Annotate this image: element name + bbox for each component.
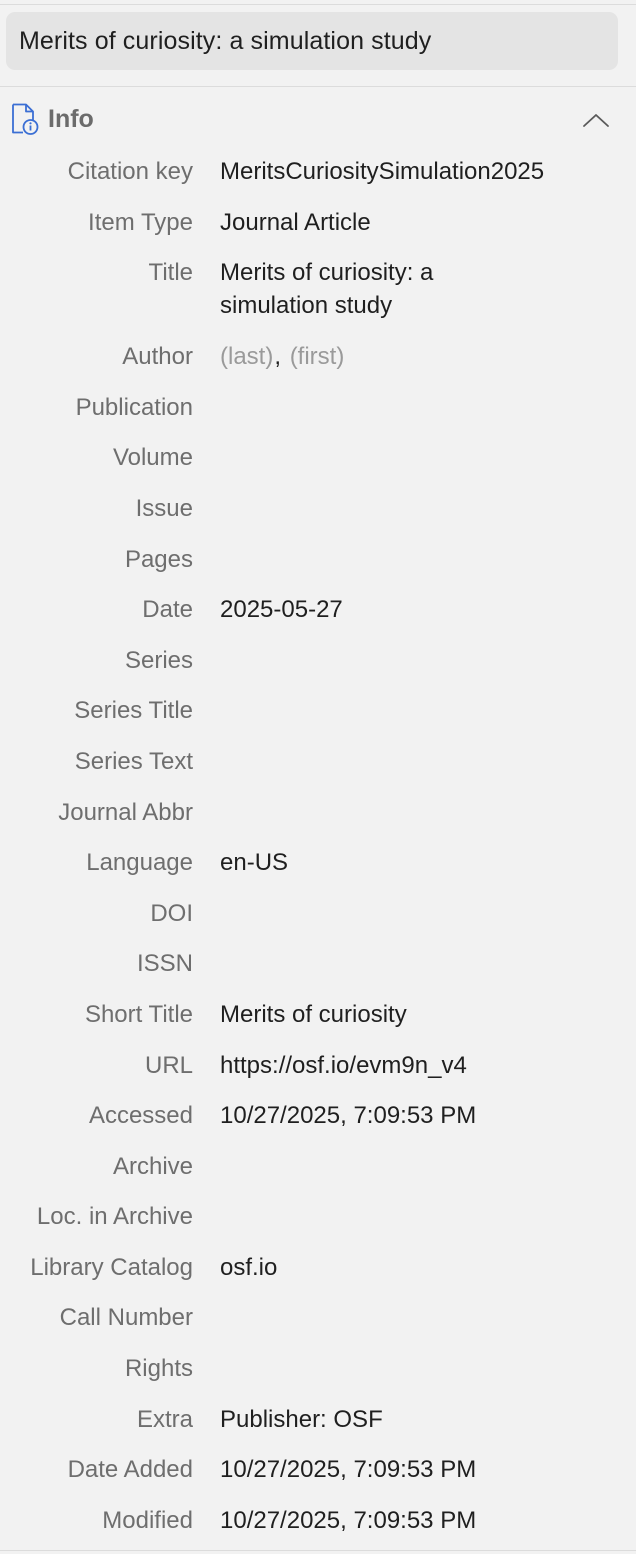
field-label: Volume: [112, 444, 193, 472]
field-label: Accessed: [88, 1102, 193, 1130]
citation-key-value[interactable]: MeritsCuriositySimulation2025: [193, 146, 620, 197]
issue-value[interactable]: [193, 483, 620, 534]
field-label: Title: [148, 259, 193, 287]
field-label: Date: [142, 596, 193, 624]
url-value[interactable]: https://osf.io/evm9n_v4: [193, 1040, 620, 1091]
doi-value[interactable]: [193, 888, 620, 939]
author-separator: ,: [274, 343, 282, 371]
author-value: (last), (first): [193, 331, 620, 382]
info-section-label: Info: [48, 105, 94, 133]
field-row-call-number: Call Number: [0, 1292, 636, 1343]
author-first-input[interactable]: (first): [290, 343, 345, 370]
field-label: Pages: [124, 545, 193, 573]
field-row-date: Date 2025-05-27: [0, 584, 636, 635]
field-row-archive: Archive: [0, 1141, 636, 1192]
field-row-issn: ISSN: [0, 938, 636, 989]
archive-value[interactable]: [193, 1141, 620, 1192]
series-title-value[interactable]: [193, 685, 620, 736]
modified-value: 10/27/2025, 7:09:53 PM: [220, 1506, 477, 1534]
language-value[interactable]: en-US: [193, 837, 620, 888]
loc-in-archive-value[interactable]: [193, 1191, 620, 1242]
field-label: Publication: [75, 393, 193, 421]
field-label: URL: [144, 1051, 193, 1079]
field-row-rights: Rights: [0, 1343, 636, 1394]
item-type-value[interactable]: Journal Article: [193, 197, 620, 248]
field-label: Series Text: [74, 747, 193, 775]
field-row-issue: Issue: [0, 483, 636, 534]
field-label: Item Type: [88, 208, 193, 236]
field-label: Rights: [124, 1355, 193, 1383]
field-label: Language: [86, 849, 193, 877]
field-label: Citation key: [67, 158, 193, 185]
field-label: Archive: [112, 1152, 193, 1180]
call-number-value[interactable]: [193, 1292, 620, 1343]
date-added-value: 10/27/2025, 7:09:53 PM: [220, 1456, 477, 1484]
field-row-language: Language en-US: [0, 837, 636, 888]
item-title-header[interactable]: Merits of curiosity: a simulation study: [6, 12, 618, 70]
field-row-short-title: Short Title Merits of curiosity: [0, 989, 636, 1040]
field-row-series-text: Series Text: [0, 736, 636, 787]
bottom-divider: [0, 1550, 636, 1551]
field-label: Library Catalog: [30, 1253, 193, 1281]
series-text-value[interactable]: [193, 736, 620, 787]
volume-value[interactable]: [193, 432, 620, 483]
field-row-extra: Extra Publisher: OSF: [0, 1394, 636, 1445]
field-row-loc-in-archive: Loc. in Archive: [0, 1191, 636, 1242]
author-last-input[interactable]: (last): [220, 343, 273, 370]
field-row-accessed: Accessed 10/27/2025, 7:09:53 PM: [0, 1090, 636, 1141]
field-label: Series Title: [74, 697, 193, 725]
field-row-citation-key: Citation key MeritsCuriositySimulation20…: [0, 146, 636, 197]
field-row-publication: Publication: [0, 382, 636, 433]
field-row-item-type: Item Type Journal Article: [0, 197, 636, 248]
field-row-series: Series: [0, 635, 636, 686]
document-info-icon: [11, 103, 39, 135]
field-label: Date Added: [67, 1456, 193, 1484]
field-label: Extra: [136, 1405, 193, 1433]
extra-value[interactable]: Publisher: OSF: [193, 1394, 620, 1445]
field-row-date-added: Date Added 10/27/2025, 7:09:53 PM: [0, 1444, 636, 1495]
field-label: Short Title: [84, 1000, 193, 1028]
field-row-modified: Modified 10/27/2025, 7:09:53 PM: [0, 1495, 636, 1546]
rights-value[interactable]: [193, 1343, 620, 1394]
field-row-volume: Volume: [0, 432, 636, 483]
field-label: Author: [122, 343, 193, 371]
field-label: DOI: [150, 899, 193, 927]
field-row-journal-abbr: Journal Abbr: [0, 787, 636, 838]
field-label: Call Number: [59, 1304, 193, 1332]
journal-abbr-value[interactable]: [193, 787, 620, 838]
field-row-library-catalog: Library Catalog osf.io: [0, 1242, 636, 1293]
chevron-up-icon[interactable]: [578, 102, 614, 138]
field-row-url: URL https://osf.io/evm9n_v4: [0, 1040, 636, 1091]
top-divider: [0, 4, 636, 5]
accessed-value[interactable]: 10/27/2025, 7:09:53 PM: [193, 1090, 620, 1141]
field-label: Issue: [135, 494, 193, 522]
issn-value[interactable]: [193, 938, 620, 989]
field-label: Journal Abbr: [58, 798, 193, 826]
field-row-author: Author (last), (first): [0, 331, 636, 382]
pages-value[interactable]: [193, 534, 620, 585]
field-row-title: Title Merits of curiosity: a simulation …: [0, 247, 636, 331]
item-pane: Merits of curiosity: a simulation study …: [0, 0, 636, 1554]
info-fields: Citation key MeritsCuriositySimulation20…: [0, 146, 636, 1545]
info-section-header[interactable]: Info: [0, 96, 636, 144]
field-row-doi: DOI: [0, 888, 636, 939]
short-title-value[interactable]: Merits of curiosity: [193, 989, 620, 1040]
series-value[interactable]: [193, 635, 620, 686]
section-divider: [0, 86, 636, 87]
field-label: Modified: [102, 1506, 193, 1534]
field-row-series-title: Series Title: [0, 685, 636, 736]
field-label: ISSN: [136, 950, 193, 978]
date-value[interactable]: 2025-05-27: [193, 584, 620, 635]
field-row-pages: Pages: [0, 534, 636, 585]
field-label: Loc. in Archive: [36, 1203, 193, 1231]
field-label: Series: [124, 646, 193, 674]
publication-value[interactable]: [193, 382, 620, 433]
title-value[interactable]: Merits of curiosity: a simulation study: [193, 247, 490, 331]
library-catalog-value[interactable]: osf.io: [193, 1242, 620, 1293]
